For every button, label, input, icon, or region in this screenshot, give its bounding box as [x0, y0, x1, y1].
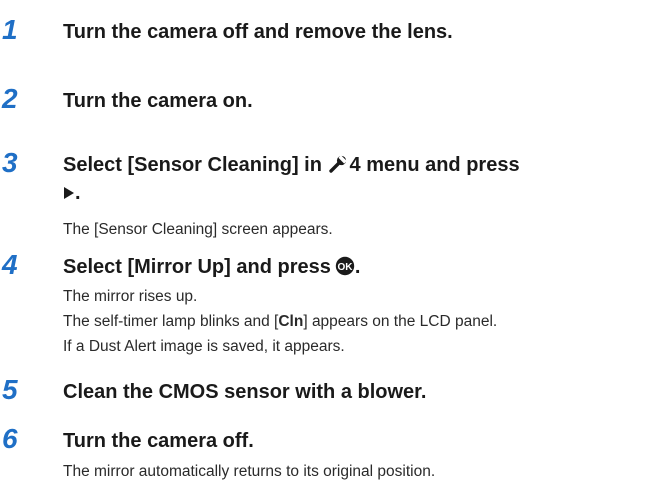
step-body-line: The mirror rises up. [63, 288, 198, 305]
step-title: Turn the camera on. [63, 90, 253, 112]
step-body-line: The self-timer lamp blinks and [Cln] app… [63, 312, 497, 332]
step-5: 5 Clean the CMOS sensor with a blower. [0, 374, 659, 406]
step-5-heading: 5 Clean the CMOS sensor with a blower. [0, 374, 659, 406]
step-body-line: The [Sensor Cleaning] screen appears. [63, 221, 333, 238]
step-number: 1 [2, 14, 18, 45]
step-6: 6 Turn the camera off. The mirror automa… [0, 423, 659, 480]
svg-text:OK: OK [337, 262, 353, 273]
step-4-heading: 4 Select [Mirror Up] and press OK. [0, 249, 659, 281]
step-title: Turn the camera off. [63, 430, 254, 452]
lcd-code: Cln [278, 313, 304, 330]
step-title-part: Select [Sensor Cleaning] in [63, 154, 328, 176]
step-title: Select [Sensor Cleaning] in 4 menu and p… [63, 153, 520, 177]
step-4: 4 Select [Mirror Up] and press OK. The mi… [0, 249, 659, 355]
step-6-heading: 6 Turn the camera off. [0, 423, 659, 455]
ok-button-icon: OK [335, 256, 355, 276]
body-text: The self-timer lamp blinks and [ [63, 313, 279, 330]
step-title-part: Select [Mirror Up] and press [63, 256, 331, 278]
step-title: Clean the CMOS sensor with a blower. [63, 381, 427, 403]
step-title-part: 4 menu and press [349, 154, 520, 176]
step-3: 3 Select [Sensor Cleaning] in 4 menu and… [0, 147, 659, 238]
step-title: Turn the camera off and remove the lens. [63, 21, 453, 43]
step-2: 2 Turn the camera on. [0, 83, 659, 115]
step-number: 6 [2, 423, 18, 454]
step-number: 3 [2, 147, 18, 178]
step-1: 1 Turn the camera off and remove the len… [0, 14, 659, 46]
step-1-heading: 1 Turn the camera off and remove the len… [0, 14, 659, 46]
step-body-line: If a Dust Alert image is saved, it appea… [63, 338, 345, 355]
step-number: 4 [2, 249, 18, 280]
wrench-icon [328, 155, 347, 173]
step-number: 5 [2, 374, 18, 405]
body-text: ] appears on the LCD panel. [303, 313, 498, 330]
step-3-heading: 3 Select [Sensor Cleaning] in 4 menu and… [0, 147, 659, 179]
step-2-heading: 2 Turn the camera on. [0, 83, 659, 115]
step-title: Select [Mirror Up] and press OK. [63, 255, 360, 279]
step-number: 2 [2, 83, 18, 114]
step-title-end: . [75, 182, 81, 204]
step-title-continuation: . [63, 181, 81, 205]
right-triangle-icon [64, 187, 74, 199]
step-body-line: The mirror automatically returns to its … [63, 463, 436, 480]
step-title-end: . [354, 256, 361, 278]
